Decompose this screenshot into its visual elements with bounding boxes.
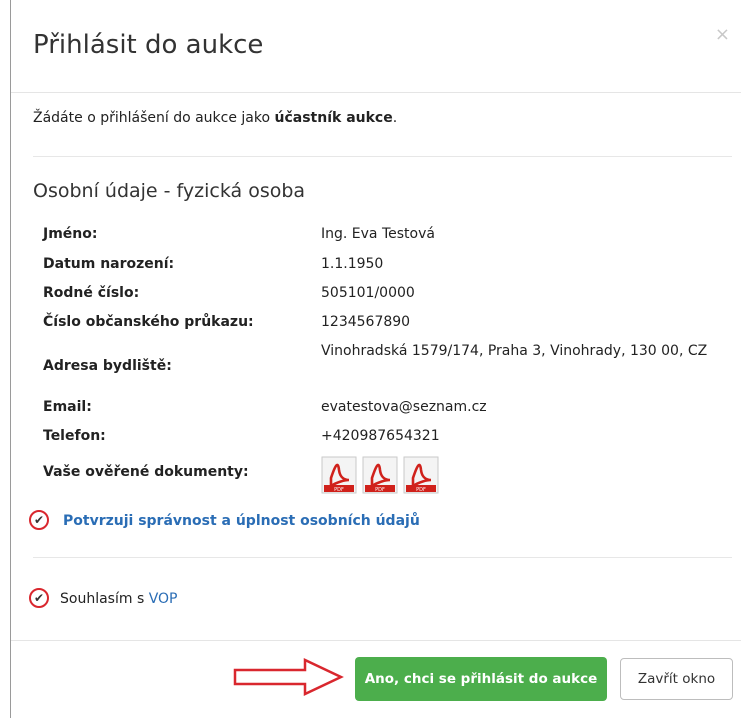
documents-list: PDF PDF PDF <box>321 456 439 494</box>
section-title: Osobní údaje - fyzická osoba <box>33 180 306 202</box>
intro-role: účastník aukce <box>274 110 393 126</box>
confirm-checkbox[interactable]: ✔ <box>29 510 49 530</box>
close-icon[interactable]: × <box>715 26 730 44</box>
birth-label: Datum narození: <box>43 256 175 272</box>
consent-text: Souhlasím s <box>60 591 149 607</box>
documents-label: Vaše ověřené dokumenty: <box>43 464 249 480</box>
confirm-label[interactable]: Potvrzuji správnost a úplnost osobních ú… <box>63 513 420 529</box>
phone-label: Telefon: <box>43 428 106 444</box>
phone-value: +420987654321 <box>321 428 440 444</box>
modal-title: Přihlásit do aukce <box>33 30 264 60</box>
close-window-button[interactable]: Zavřít okno <box>620 658 733 700</box>
arrow-right-icon <box>233 658 344 696</box>
address-value: Vinohradská 1579/174, Praha 3, Vinohrady… <box>321 343 708 359</box>
card-value: 1234567890 <box>321 314 411 330</box>
checkmark-icon: ✔ <box>33 591 45 605</box>
name-value: Ing. Eva Testová <box>321 226 435 242</box>
intro-text-before: Žádáte o přihlášení do aukce jako <box>33 110 275 126</box>
consent-label: Souhlasím s VOP <box>60 591 177 607</box>
divider <box>33 156 732 157</box>
svg-text:PDF: PDF <box>334 487 344 493</box>
consent-checkbox[interactable]: ✔ <box>29 588 49 608</box>
intro-text: Žádáte o přihlášení do aukce jako účastn… <box>33 110 397 126</box>
pdf-document-icon[interactable]: PDF <box>362 456 398 494</box>
vop-link[interactable]: VOP <box>149 591 178 607</box>
checkmark-icon: ✔ <box>33 513 45 527</box>
footer-divider <box>11 640 741 641</box>
modal-header: Přihlásit do aukce × <box>11 0 741 93</box>
card-label: Číslo občanského průkazu: <box>43 314 254 330</box>
name-label: Jméno: <box>43 226 98 242</box>
intro-text-after: . <box>392 110 398 126</box>
pdf-document-icon[interactable]: PDF <box>321 456 357 494</box>
id-value: 505101/0000 <box>321 285 415 301</box>
birth-value: 1.1.1950 <box>321 256 384 272</box>
divider <box>33 557 732 558</box>
svg-text:PDF: PDF <box>416 487 426 493</box>
pdf-document-icon[interactable]: PDF <box>403 456 439 494</box>
address-label: Adresa bydliště: <box>43 358 172 374</box>
id-label: Rodné číslo: <box>43 285 140 301</box>
email-label: Email: <box>43 399 92 415</box>
svg-text:PDF: PDF <box>375 487 385 493</box>
signup-button[interactable]: Ano, chci se přihlásit do aukce <box>355 657 607 701</box>
auction-signup-modal: Přihlásit do aukce × Žádáte o přihlášení… <box>10 0 741 718</box>
email-value: evatestova@seznam.cz <box>321 399 487 415</box>
